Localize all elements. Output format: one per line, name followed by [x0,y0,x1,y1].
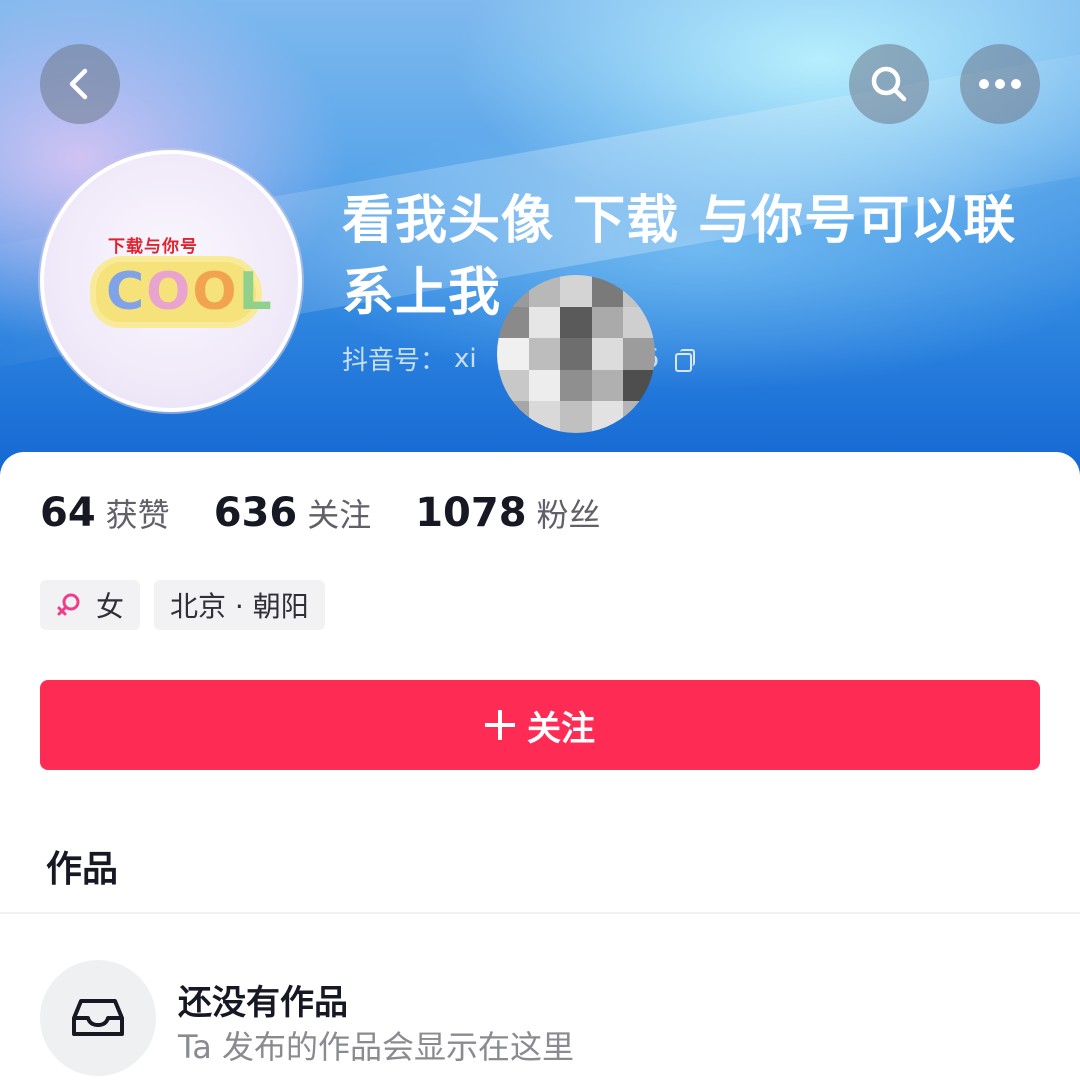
stat-followers-label: 粉丝 [536,496,601,534]
mosaic-block [528,338,561,370]
follow-button-label: 关注 [527,708,595,749]
mosaic-block [560,401,592,433]
search-button[interactable] [849,44,929,124]
mosaic-block [560,275,592,307]
copy-icon[interactable] [673,348,696,372]
avatar-caption: 下载与你号 [108,237,198,257]
handle-value-start: xi [454,343,477,374]
handle-label: 抖音号： [342,346,447,376]
mosaic-block [528,306,561,339]
stat-following-value: 636 [213,490,298,536]
mosaic-block [560,338,592,370]
female-icon [57,593,80,616]
profile-stats: 64 获赞 636 关注 1078 粉丝 [40,490,645,536]
privacy-mosaic [497,275,655,433]
plus-icon [485,710,515,740]
more-dots-icon [979,79,1021,89]
mosaic-block [560,306,592,339]
profile-tags: 女 北京 · 朝阳 [40,580,325,630]
stat-likes-label: 获赞 [105,496,170,534]
mosaic-block [560,369,592,402]
stat-following-label: 关注 [307,496,372,534]
mosaic-block [623,338,655,370]
empty-works-description: Ta 发布的作品会显示在这里 [178,1028,575,1066]
mosaic-block [497,338,529,370]
stat-followers[interactable]: 1078 粉丝 [415,490,600,536]
follow-button[interactable]: 关注 [40,680,1040,770]
back-button[interactable] [40,44,120,124]
mosaic-block [528,369,561,402]
stat-followers-value: 1078 [415,490,527,536]
mosaic-block [591,306,624,339]
gender-label: 女 [96,590,125,623]
inbox-icon [72,999,124,1036]
avatar[interactable]: 下载与你号 COOL [40,150,302,412]
section-divider [0,912,1080,914]
chevron-left-icon [69,68,88,100]
gender-tag: 女 [40,580,141,630]
location-tag: 北京 · 朝阳 [154,580,325,630]
search-icon [871,66,907,102]
mosaic-block [591,338,624,370]
avatar-logo-text: COOL [106,262,274,322]
more-options-button[interactable] [960,44,1040,124]
stat-likes[interactable]: 64 获赞 [40,490,170,536]
location-label: 北京 · 朝阳 [170,590,309,623]
empty-works-title: 还没有作品 [178,983,348,1023]
works-section-title: 作品 [46,849,119,890]
empty-works-icon-wrap [40,960,156,1076]
mosaic-block [591,369,624,402]
stat-likes-value: 64 [40,490,96,536]
profile-nickname: 看我头像 下载 与你号可以联系上我 [342,191,1017,323]
stat-following[interactable]: 636 关注 [214,490,372,536]
